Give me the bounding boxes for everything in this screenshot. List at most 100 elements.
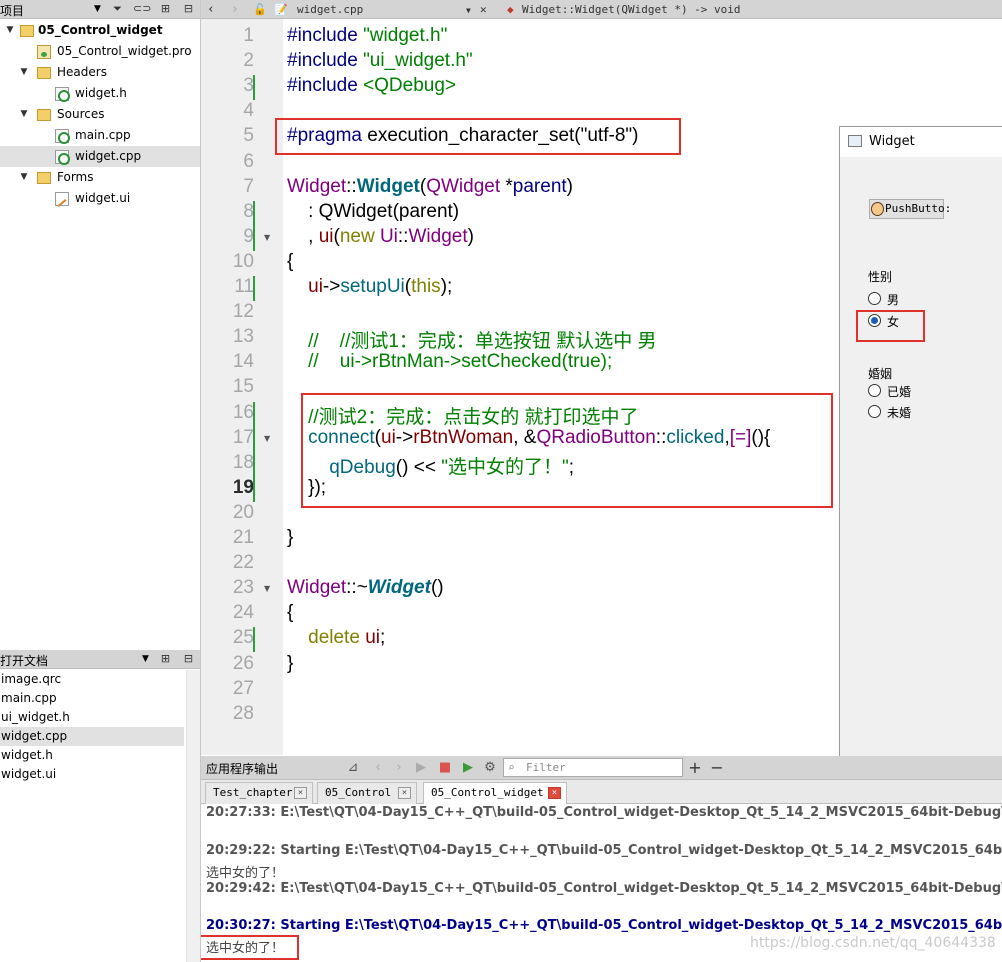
close-file-icon[interactable]: ✕ [480,1,487,18]
back-arrow-icon[interactable]: ‹ [207,1,215,18]
line-number: 12 [232,301,254,323]
output-tab[interactable]: 05_Control × [317,782,417,804]
line-number: 6 [243,150,254,172]
radio-male[interactable] [868,292,881,305]
code-token: , [287,225,319,247]
filter-icon[interactable]: ⏷ [109,1,126,17]
split-icon[interactable]: ⊞ [157,1,174,17]
chevron-down-icon[interactable]: ▼ [18,104,30,125]
file-icon: 📝 [274,3,288,16]
code-line[interactable]: #include "widget.h" [287,25,447,50]
open-documents-title: 打开文档 [0,654,49,668]
close-pane-icon[interactable]: ⊟ [180,651,197,667]
debug-run-icon[interactable]: ▶ [460,759,476,777]
chevron-down-icon[interactable]: ▼ [466,2,471,19]
fold-arrow-icon[interactable]: ▼ [264,434,270,443]
close-icon[interactable]: × [398,787,411,799]
output-line: 选中女的了！ [206,865,285,881]
tree-item[interactable]: ▼ Headers [0,62,200,83]
chevron-down-icon[interactable]: ▼ [4,20,16,41]
editor-symbol[interactable]: Widget::Widget(QWidget *) -> void [522,1,741,18]
run-icon[interactable]: ▶ [413,759,429,777]
code-line[interactable]: Widget::Widget(QWidget *parent) [287,176,573,201]
add-icon[interactable]: + [687,759,703,777]
code-line[interactable]: { [287,251,293,276]
open-document-item[interactable]: widget.ui [0,765,184,784]
gear-icon[interactable]: ⚙ [482,759,498,777]
output-tab[interactable]: Test_chapter × [205,782,313,804]
stop-icon[interactable]: ■ [437,759,453,777]
fold-arrow-icon[interactable]: ▼ [264,233,270,242]
code-line[interactable]: delete ui; [287,627,385,652]
line-number: 22 [232,552,254,574]
clear-output-icon[interactable]: ⊿ [345,759,361,777]
code-line[interactable]: // ui->rBtnMan->setChecked(true); [287,351,612,376]
code-line[interactable]: Widget::~Widget() [287,577,444,602]
code-token: } [287,527,294,548]
change-marker [253,627,255,653]
code-token: // //测试1：完成：单选按钮 默认选中 男 [287,331,657,353]
open-document-item[interactable]: image.qrc [0,670,184,689]
code-line[interactable]: #include <QDebug> [287,75,456,100]
code-token: { [287,602,294,624]
open-documents-list: image.qrc main.cpp ui_widget.h widget.cpp wi… [0,670,186,820]
tree-item[interactable]: main.cpp [0,125,200,146]
close-icon[interactable]: × [294,787,307,799]
chevron-down-icon[interactable]: ▼ [18,167,30,188]
close-pane-icon[interactable]: ⊟ [180,1,197,17]
editor-file-name[interactable]: widget.cpp [297,1,363,18]
open-document-item[interactable]: widget.cpp [0,727,184,746]
tree-item[interactable]: 05_Control_widget.pro [0,41,200,62]
open-documents-scrollbar[interactable] [186,670,200,962]
window-icon [848,135,862,147]
tree-item[interactable]: widget.ui [0,188,200,209]
previous-icon[interactable]: ‹ [370,759,386,777]
radio-unmarried-label[interactable]: 未婚 [887,404,911,421]
line-number: 9 [243,225,254,247]
tree-item[interactable]: ▼ 05_Control_widget [0,20,200,41]
code-token: ui [365,627,380,649]
open-document-item[interactable]: main.cpp [0,689,184,708]
code-line[interactable]: } [287,527,293,552]
code-line[interactable]: ui->setupUi(this); [287,276,452,301]
remove-icon[interactable]: − [709,759,725,777]
split-icon[interactable]: ⊞ [157,651,174,667]
next-icon[interactable]: › [391,759,407,777]
line-number: 25 [232,627,254,649]
push-button[interactable]: PushButto: [869,199,951,219]
forward-arrow-icon[interactable]: › [231,1,239,18]
radio-unmarried[interactable] [868,405,881,418]
code-line[interactable]: // //测试1：完成：单选按钮 默认选中 男 [287,326,657,353]
marriage-label: 婚姻 [868,367,893,381]
push-button-label: PushButto: [885,202,952,215]
output-tab-label: 05_Control [325,786,392,799]
open-document-item[interactable]: widget.h [0,746,184,765]
tree-item[interactable]: ▼ Forms [0,167,200,188]
code-line[interactable]: } [287,653,293,678]
code-line[interactable]: { [287,602,293,627]
line-number: 24 [232,602,254,624]
code-line[interactable]: : QWidget(parent) [287,201,459,226]
output-tab[interactable]: 05_Control_widget × [423,782,567,805]
header-file-icon [55,87,70,102]
fold-arrow-icon[interactable]: ▼ [264,584,270,593]
project-pane-title: 项目 [0,4,25,18]
close-icon[interactable]: × [548,787,561,799]
pragma-highlight-box [275,118,681,155]
tree-item[interactable]: widget.cpp [0,146,200,167]
chevron-down-icon[interactable]: ▼ [94,4,101,14]
radio-married[interactable] [868,384,881,397]
code-line[interactable]: #include "ui_widget.h" [287,50,473,75]
radio-male-label[interactable]: 男 [887,291,899,308]
code-line[interactable]: , ui(new Ui::Widget) [287,226,474,251]
chevron-down-icon[interactable]: ▼ [142,654,149,664]
code-token: "ui_widget.h" [363,50,473,72]
link-icon[interactable]: ⊂⊃ [133,1,151,17]
radio-married-label[interactable]: 已婚 [887,383,911,400]
tree-item[interactable]: ▼ Sources [0,104,200,125]
open-document-item[interactable]: ui_widget.h [0,708,184,727]
tree-item-label: widget.ui [75,191,131,205]
chevron-down-icon[interactable]: ▼ [18,62,30,83]
tree-item[interactable]: widget.h [0,83,200,104]
filter-input[interactable]: ⌕ Filter [503,758,683,777]
